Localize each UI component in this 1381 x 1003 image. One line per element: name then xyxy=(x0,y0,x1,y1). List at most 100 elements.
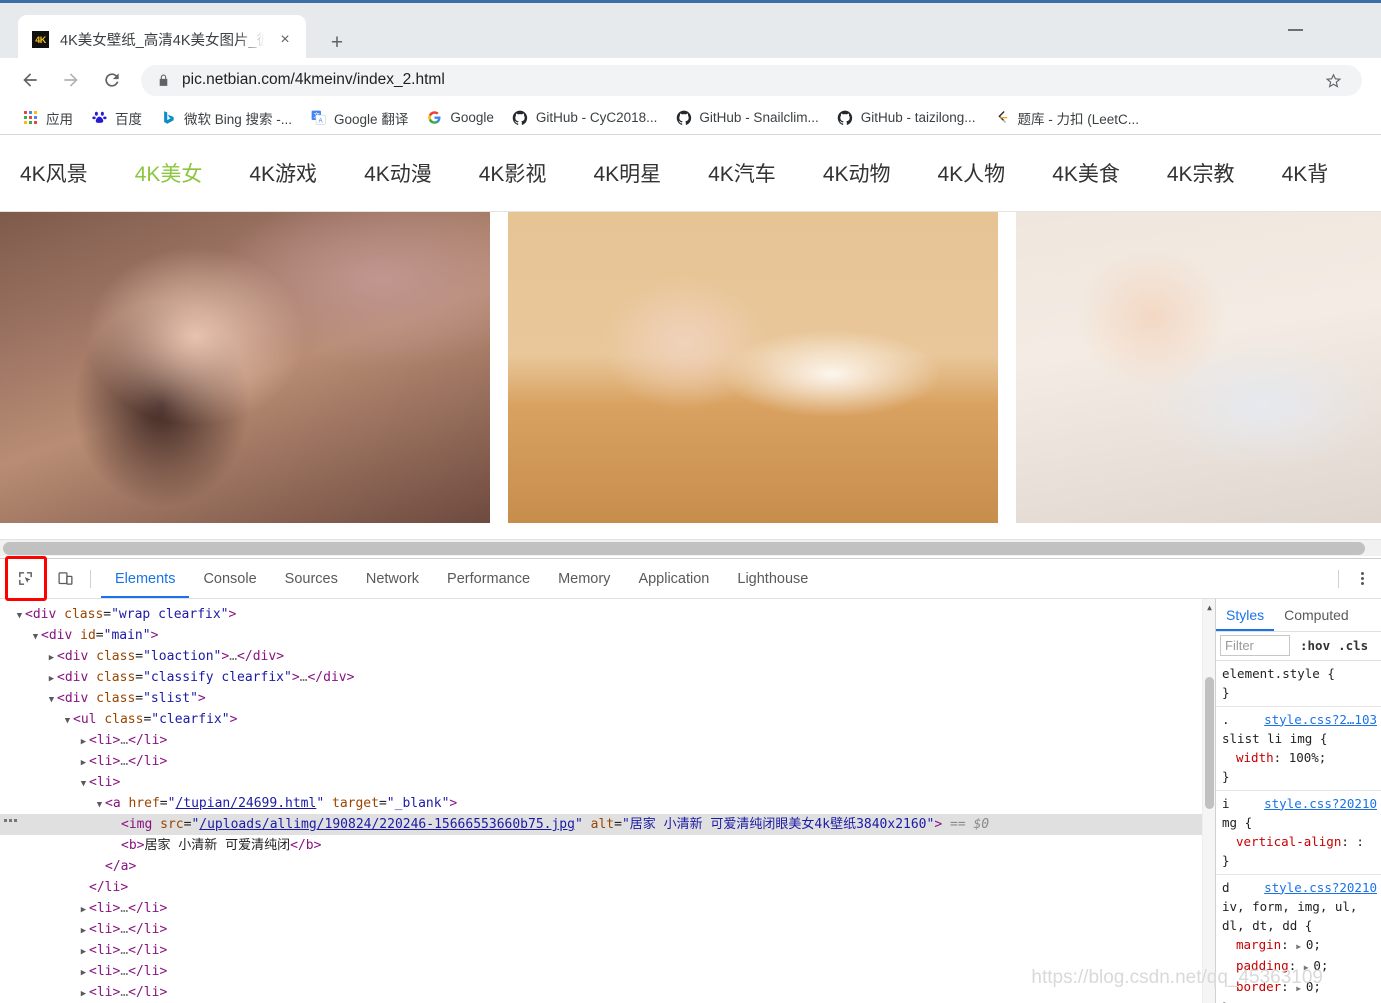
css-source-link[interactable]: style.css?20210 xyxy=(1264,878,1377,897)
cls-toggle[interactable]: .cls xyxy=(1338,638,1368,653)
bookmark-baidu[interactable]: 百度 xyxy=(83,105,150,131)
address-bar-url[interactable]: pic.netbian.com/4kmeinv/index_2.html xyxy=(182,71,1318,89)
chevron-down-icon[interactable] xyxy=(78,774,89,795)
dom-node[interactable]: <li>…</li> xyxy=(0,751,1215,772)
bookmark-google-translate[interactable]: 文A Google 翻译 xyxy=(302,105,416,131)
dom-node[interactable]: <div id="main"> xyxy=(0,625,1215,646)
css-rule[interactable]: dstyle.css?20210iv, form, img, ul,dl, dt… xyxy=(1216,875,1381,1003)
dom-node[interactable]: <li>…</li> xyxy=(0,730,1215,751)
site-nav-item-5[interactable]: 4K明星 xyxy=(593,158,661,188)
dom-node-selected[interactable]: <img src="/uploads/allimg/190824/220246-… xyxy=(0,814,1215,835)
css-declaration[interactable]: padding: ▶ 0; xyxy=(1222,956,1377,977)
dom-node[interactable]: <li>…</li> xyxy=(0,919,1215,940)
chevron-down-icon[interactable] xyxy=(30,627,41,648)
page-horizontal-scrollbar[interactable] xyxy=(0,539,1381,556)
dom-node[interactable]: <b>居家 小清新 可爱清纯闭</b> xyxy=(0,835,1215,856)
site-nav-item-3[interactable]: 4K动漫 xyxy=(364,158,432,188)
site-nav-item-1[interactable]: 4K美女 xyxy=(135,158,203,188)
chevron-down-icon[interactable] xyxy=(14,606,25,627)
css-rule[interactable]: element.style {} xyxy=(1216,661,1381,707)
dom-node[interactable]: <div class="slist"> xyxy=(0,688,1215,709)
scrollbar-thumb[interactable] xyxy=(1205,677,1214,809)
chevron-right-icon[interactable] xyxy=(78,921,89,942)
styles-tab-styles[interactable]: Styles xyxy=(1216,599,1274,631)
chevron-down-icon[interactable] xyxy=(62,711,73,732)
site-nav-item-10[interactable]: 4K宗教 xyxy=(1167,158,1235,188)
gallery-thumbnail[interactable] xyxy=(508,212,998,523)
devtools-tab-performance[interactable]: Performance xyxy=(433,559,544,598)
dom-tree-panel[interactable]: <div class="wrap clearfix"><div id="main… xyxy=(0,599,1215,1003)
close-icon[interactable]: × xyxy=(274,29,296,51)
site-nav-item-11[interactable]: 4K背 xyxy=(1282,158,1329,188)
new-tab-button[interactable]: + xyxy=(322,27,352,57)
css-rule[interactable]: istyle.css?20210mg {vertical-align: :} xyxy=(1216,791,1381,875)
devtools-tab-sources[interactable]: Sources xyxy=(271,559,352,598)
dom-node[interactable]: <li>…</li> xyxy=(0,898,1215,919)
bookmark-apps[interactable]: 应用 xyxy=(14,105,81,131)
chevron-right-icon[interactable] xyxy=(46,669,57,690)
css-declaration[interactable]: width: 100%; xyxy=(1222,748,1377,767)
devtools-tab-application[interactable]: Application xyxy=(624,559,723,598)
dom-node[interactable]: <li>…</li> xyxy=(0,982,1215,1003)
css-declaration[interactable]: border: ▶ 0; xyxy=(1222,977,1377,998)
minimize-button[interactable] xyxy=(1277,20,1313,40)
gallery-thumbnail[interactable] xyxy=(0,212,490,523)
bookmark-leetcode[interactable]: 题库 - 力扣 (LeetC... xyxy=(986,105,1148,131)
dom-node[interactable]: <div class="loaction">…</div> xyxy=(0,646,1215,667)
site-nav-item-6[interactable]: 4K汽车 xyxy=(708,158,776,188)
site-nav-item-4[interactable]: 4K影视 xyxy=(479,158,547,188)
css-source-link[interactable]: style.css?2…103 xyxy=(1264,710,1377,729)
forward-arrow-icon[interactable] xyxy=(53,62,89,98)
chevron-right-icon[interactable] xyxy=(78,963,89,984)
chevron-right-icon[interactable] xyxy=(78,984,89,1003)
devtools-tab-console[interactable]: Console xyxy=(189,559,270,598)
bookmark-bing[interactable]: 微软 Bing 搜索 -... xyxy=(152,105,300,131)
css-source-link[interactable]: style.css?20210 xyxy=(1264,794,1377,813)
address-bar[interactable]: pic.netbian.com/4kmeinv/index_2.html xyxy=(141,65,1362,96)
devtools-tab-network[interactable]: Network xyxy=(352,559,433,598)
reload-icon[interactable] xyxy=(94,62,130,98)
dom-tree-scrollbar[interactable]: ▲ xyxy=(1202,599,1215,1003)
chevron-down-icon[interactable] xyxy=(46,690,57,711)
bookmark-github-snailclimb[interactable]: GitHub - Snailclim... xyxy=(667,106,826,129)
bookmark-google[interactable]: Google xyxy=(418,106,502,129)
chevron-down-icon[interactable] xyxy=(94,795,105,816)
chevron-right-icon[interactable] xyxy=(78,753,89,774)
dom-node[interactable]: <ul class="clearfix"> xyxy=(0,709,1215,730)
site-nav-item-2[interactable]: 4K游戏 xyxy=(249,158,317,188)
css-declaration[interactable]: margin: ▶ 0; xyxy=(1222,935,1377,956)
site-nav-item-9[interactable]: 4K美食 xyxy=(1052,158,1120,188)
site-nav-item-8[interactable]: 4K人物 xyxy=(938,158,1006,188)
devtools-tab-lighthouse[interactable]: Lighthouse xyxy=(723,559,822,598)
scrollbar-thumb[interactable] xyxy=(3,542,1365,555)
chevron-right-icon[interactable] xyxy=(46,648,57,669)
site-nav-item-0[interactable]: 4K风景 xyxy=(20,158,88,188)
css-declaration[interactable]: vertical-align: : xyxy=(1222,832,1377,851)
gallery-thumbnail[interactable] xyxy=(1016,212,1381,523)
chevron-right-icon[interactable] xyxy=(78,900,89,921)
dom-node[interactable]: </a> xyxy=(0,856,1215,877)
device-toolbar-icon[interactable] xyxy=(50,565,80,593)
dom-node[interactable]: <li> xyxy=(0,772,1215,793)
styles-filter-input[interactable]: Filter xyxy=(1220,635,1290,656)
scroll-up-icon[interactable]: ▲ xyxy=(1203,601,1215,614)
hov-toggle[interactable]: :hov xyxy=(1300,638,1330,653)
back-arrow-icon[interactable] xyxy=(12,62,48,98)
styles-tab-computed[interactable]: Computed xyxy=(1274,599,1359,631)
css-rule[interactable]: .style.css?2…103slist li img {width: 100… xyxy=(1216,707,1381,791)
dom-node[interactable]: </li> xyxy=(0,877,1215,898)
bookmark-github-taizilong[interactable]: GitHub - taizilong... xyxy=(829,106,984,129)
more-options-icon[interactable] xyxy=(1349,566,1375,592)
dom-node[interactable]: <a href="/tupian/24699.html" target="_bl… xyxy=(0,793,1215,814)
devtools-tab-memory[interactable]: Memory xyxy=(544,559,624,598)
chevron-right-icon[interactable] xyxy=(78,942,89,963)
chevron-right-icon[interactable] xyxy=(78,732,89,753)
devtools-tab-elements[interactable]: Elements xyxy=(101,559,189,598)
dom-node[interactable]: <li>…</li> xyxy=(0,940,1215,961)
site-nav-item-7[interactable]: 4K动物 xyxy=(823,158,891,188)
bookmark-github-cyc2018[interactable]: GitHub - CyC2018... xyxy=(504,106,666,129)
browser-tab[interactable]: 4K 4K美女壁纸_高清4K美女图片_彼岸 × xyxy=(18,15,306,64)
dom-node[interactable]: <div class="classify clearfix">…</div> xyxy=(0,667,1215,688)
bookmark-star-icon[interactable] xyxy=(1318,65,1348,95)
inspect-element-icon[interactable] xyxy=(10,565,40,593)
